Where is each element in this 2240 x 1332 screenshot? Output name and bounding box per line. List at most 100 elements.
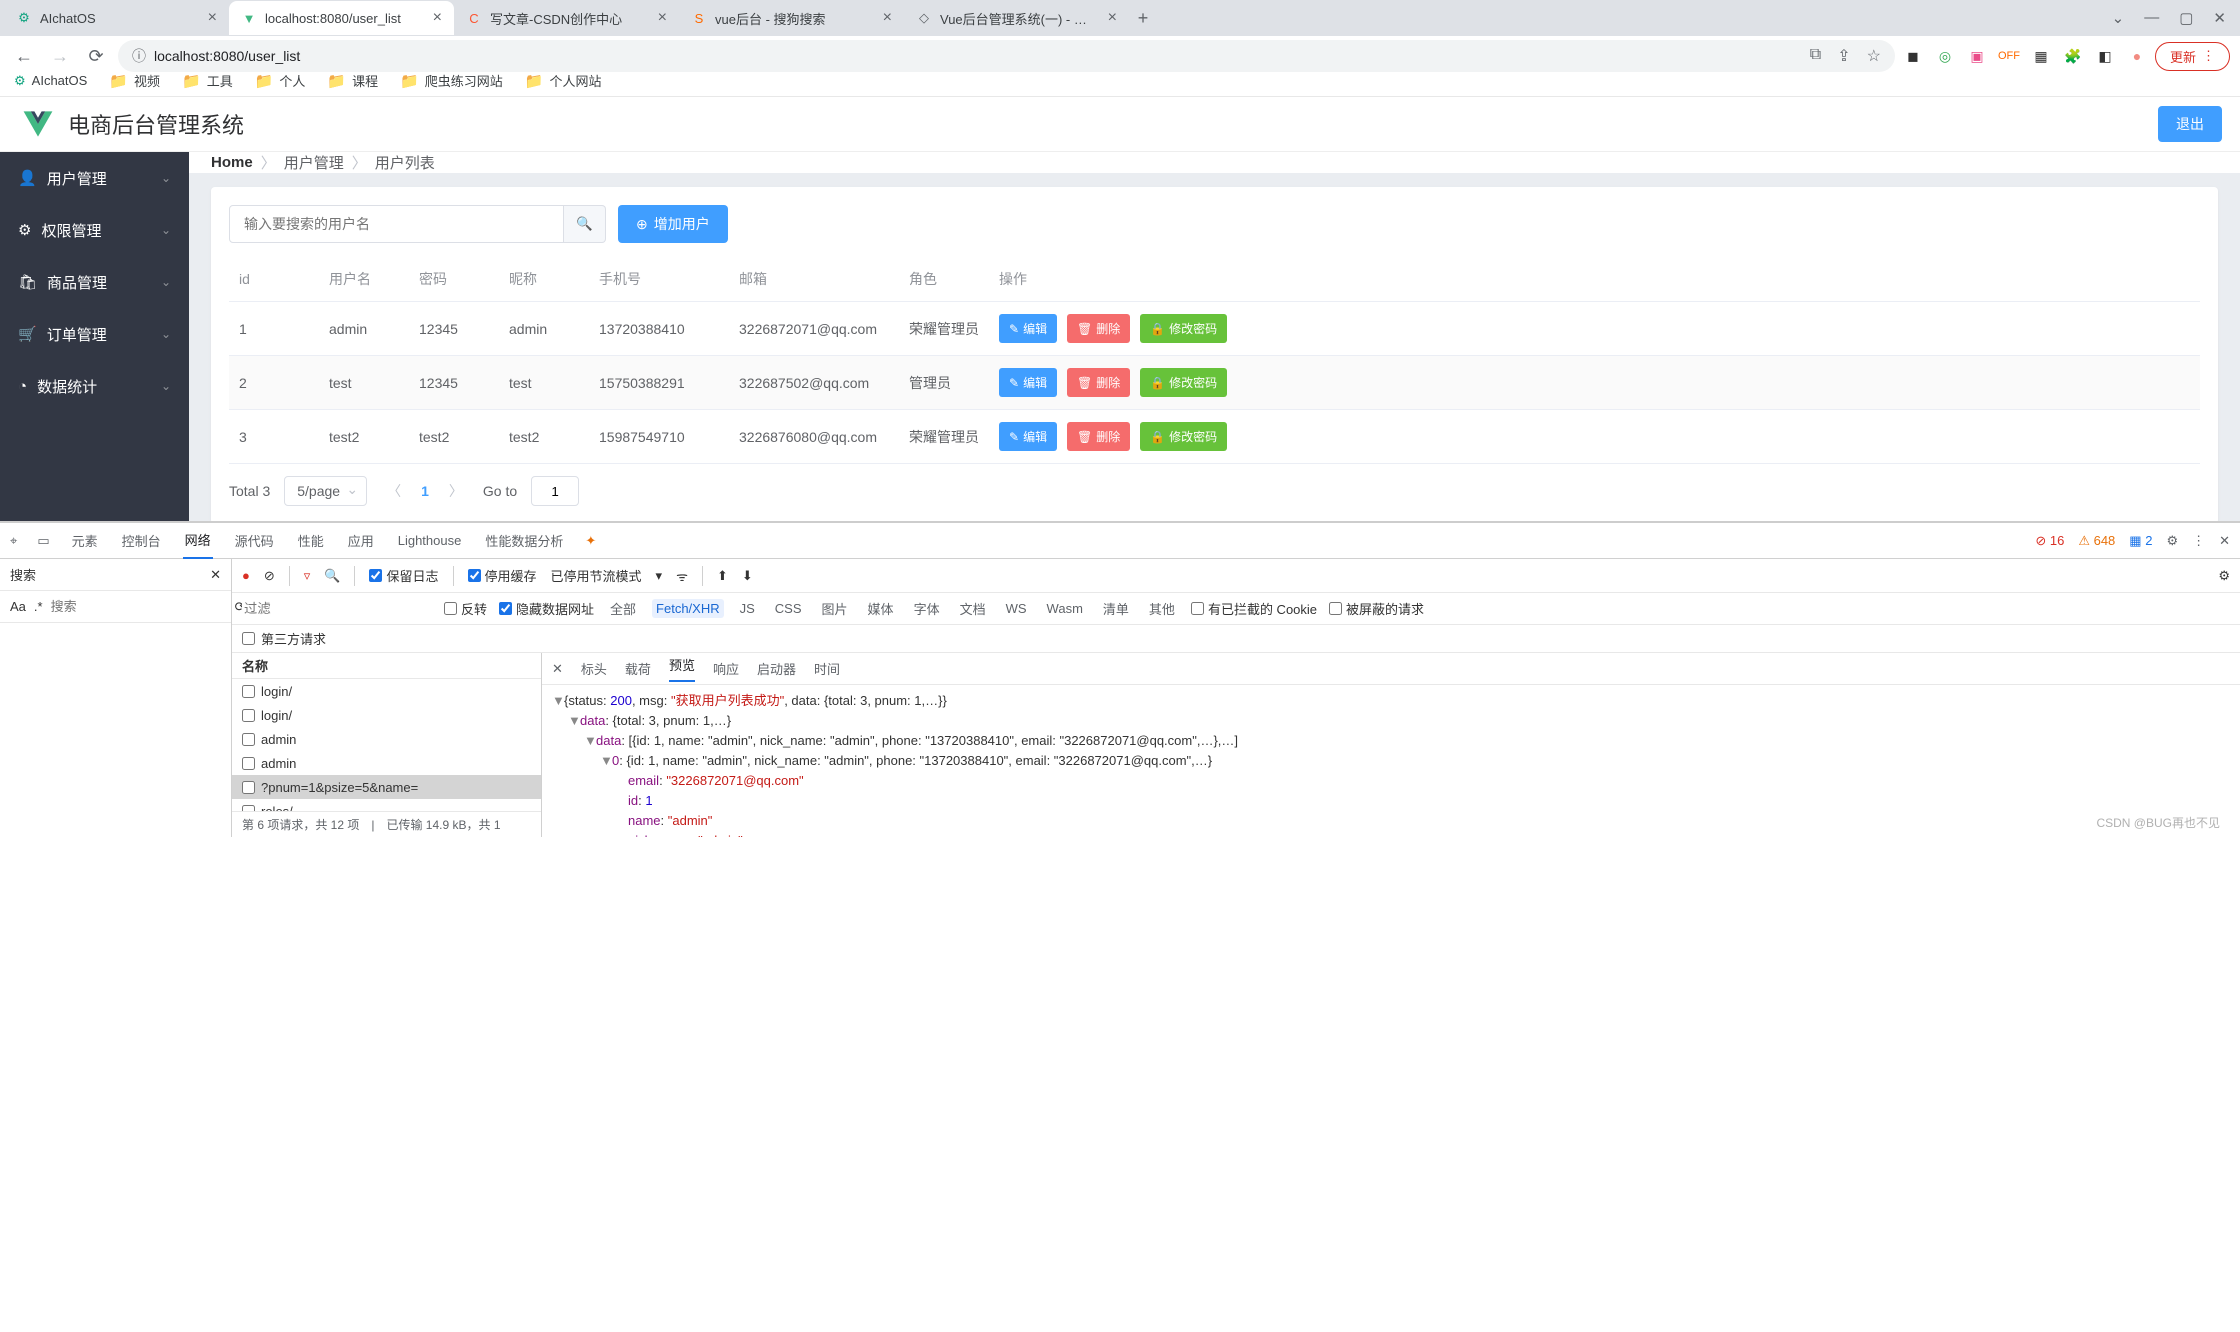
search-button[interactable]: 🔍 xyxy=(564,205,606,243)
invert-checkbox[interactable]: 反转 xyxy=(444,599,487,618)
bookmark-1[interactable]: 📁视频 xyxy=(109,71,160,90)
delete-button[interactable]: 🗑删除 xyxy=(1067,422,1130,451)
sidebar-item-0[interactable]: 👤 用户管理 ⌄ xyxy=(0,152,189,204)
sidebar-item-4[interactable]: ◔ 数据统计 ⌄ xyxy=(0,360,189,412)
sidebar-item-3[interactable]: 🛒 订单管理 ⌄ xyxy=(0,308,189,360)
record-icon[interactable]: ● xyxy=(242,568,250,583)
device-toggle-icon[interactable]: ▭ xyxy=(37,533,49,549)
change-password-button[interactable]: 🔒修改密码 xyxy=(1140,422,1227,451)
install-app-icon[interactable]: ⧉ xyxy=(1810,46,1821,66)
filter-type-6[interactable]: 字体 xyxy=(910,597,944,620)
tab-3[interactable]: S vue后台 - 搜狗搜索 × xyxy=(679,1,904,35)
filter-type-9[interactable]: Wasm xyxy=(1043,599,1087,618)
export-har-icon[interactable]: ⬇ xyxy=(742,568,753,584)
tab-0[interactable]: ⚙ AIchatOS × xyxy=(4,1,229,35)
search-input[interactable] xyxy=(229,205,564,243)
devtools-tab-4[interactable]: 性能 xyxy=(296,523,326,558)
network-conditions-icon[interactable]: ᯤ xyxy=(676,567,688,585)
third-party-checkbox[interactable] xyxy=(242,632,255,645)
json-line[interactable]: ▼data: {total: 3, pnum: 1,…} xyxy=(552,711,2230,731)
import-har-icon[interactable]: ⬆ xyxy=(717,568,728,584)
update-button[interactable]: 更新⋮ xyxy=(2155,42,2230,71)
request-checkbox[interactable] xyxy=(242,685,255,698)
next-page-button[interactable]: 〉 xyxy=(443,481,469,501)
request-checkbox[interactable] xyxy=(242,733,255,746)
json-line[interactable]: ▼data: [{id: 1, name: "admin", nick_name… xyxy=(552,731,2230,751)
devtools-tab-7[interactable]: 性能数据分析 xyxy=(483,523,565,558)
add-user-button[interactable]: ⊕ 增加用户 xyxy=(618,205,728,243)
edit-button[interactable]: ✎编辑 xyxy=(999,422,1057,451)
request-item[interactable]: login/ xyxy=(232,679,541,703)
request-item[interactable]: login/ xyxy=(232,703,541,727)
tab-close-icon[interactable]: × xyxy=(883,9,892,27)
devtools-settings-icon[interactable]: ⚙ xyxy=(2166,533,2178,549)
request-checkbox[interactable] xyxy=(242,781,255,794)
json-line[interactable]: id: 1 xyxy=(552,791,2230,811)
preview-tab-3[interactable]: 响应 xyxy=(713,659,739,678)
request-item[interactable]: admin xyxy=(232,751,541,775)
json-line[interactable]: ▼{status: 200, msg: "获取用户列表成功", data: {t… xyxy=(552,691,2230,711)
change-password-button[interactable]: 🔒修改密码 xyxy=(1140,314,1227,343)
back-button[interactable]: ← xyxy=(10,42,38,70)
json-line[interactable]: nick_name: "admin" xyxy=(552,831,2230,837)
preview-tab-4[interactable]: 启动器 xyxy=(757,659,796,678)
inspect-icon[interactable]: ⌖ xyxy=(10,533,17,549)
new-tab-button[interactable]: + xyxy=(1129,4,1157,32)
filter-input[interactable] xyxy=(242,599,432,618)
breadcrumb-p1[interactable]: 用户管理 xyxy=(284,152,344,173)
tab-4[interactable]: ◇ Vue后台管理系统(一) - 清安宁 - × xyxy=(904,1,1129,35)
ext-icon-1[interactable]: ◼ xyxy=(1903,46,1923,66)
json-line[interactable]: name: "admin" xyxy=(552,811,2230,831)
bookmark-6[interactable]: 📁个人网站 xyxy=(525,71,602,90)
request-checkbox[interactable] xyxy=(242,757,255,770)
ext-icon-2[interactable]: ◎ xyxy=(1935,46,1955,66)
star-icon[interactable]: ☆ xyxy=(1867,46,1881,66)
devtools-tab-1[interactable]: 控制台 xyxy=(120,523,163,558)
sidebar-item-2[interactable]: 🛍 商品管理 ⌄ xyxy=(0,256,189,308)
ext-icon-5[interactable]: ▦ xyxy=(2031,46,2051,66)
warning-badge[interactable]: ⚠ 648 xyxy=(2078,533,2115,549)
change-password-button[interactable]: 🔒修改密码 xyxy=(1140,368,1227,397)
request-item[interactable]: roles/ xyxy=(232,799,541,811)
network-settings-icon[interactable]: ⚙ xyxy=(2218,568,2230,584)
bookmark-2[interactable]: 📁工具 xyxy=(182,71,233,90)
blocked-cookies-checkbox[interactable]: 有已拦截的 Cookie xyxy=(1191,599,1317,618)
search-toggle-icon[interactable]: 🔍 xyxy=(324,568,340,584)
page-size-select[interactable]: 5/page xyxy=(284,476,367,506)
request-checkbox[interactable] xyxy=(242,709,255,722)
devtools-close-icon[interactable]: ✕ xyxy=(2219,533,2230,549)
throttling-select[interactable]: 已停用节流模式 xyxy=(551,566,642,585)
filter-type-2[interactable]: JS xyxy=(736,599,759,618)
tab-close-icon[interactable]: × xyxy=(208,9,217,27)
search-regex-toggle[interactable]: .* xyxy=(34,599,43,614)
devtools-tab-5[interactable]: 应用 xyxy=(346,523,376,558)
clear-icon[interactable]: ⊘ xyxy=(264,568,275,584)
site-info-icon[interactable]: ⓘ xyxy=(132,46,146,66)
tab-overflow-button[interactable]: ⌄ xyxy=(2112,9,2125,27)
bookmark-4[interactable]: 📁课程 xyxy=(327,71,378,90)
tab-close-icon[interactable]: × xyxy=(1108,9,1117,27)
goto-input[interactable] xyxy=(531,476,579,506)
bookmark-3[interactable]: 📁个人 xyxy=(255,71,306,90)
edit-button[interactable]: ✎编辑 xyxy=(999,368,1057,397)
filter-toggle-icon[interactable]: ▿ xyxy=(304,568,311,584)
search-panel-close-icon[interactable]: ✕ xyxy=(210,567,221,583)
json-line[interactable]: email: "3226872071@qq.com" xyxy=(552,771,2230,791)
preview-tab-1[interactable]: 载荷 xyxy=(625,659,651,678)
magic-icon[interactable]: ✦ xyxy=(585,533,596,549)
delete-button[interactable]: 🗑删除 xyxy=(1067,314,1130,343)
preview-body[interactable]: ▼{status: 200, msg: "获取用户列表成功", data: {t… xyxy=(542,685,2240,837)
delete-button[interactable]: 🗑删除 xyxy=(1067,368,1130,397)
devtools-tab-0[interactable]: 元素 xyxy=(70,523,100,558)
disable-cache-checkbox[interactable]: 停用缓存 xyxy=(468,566,537,585)
filter-type-4[interactable]: 图片 xyxy=(818,597,852,620)
page-number-current[interactable]: 1 xyxy=(421,483,429,499)
hide-dataurls-checkbox[interactable]: 隐藏数据网址 xyxy=(499,599,594,618)
devtools-tab-3[interactable]: 源代码 xyxy=(233,523,276,558)
filter-type-10[interactable]: 清单 xyxy=(1099,597,1133,620)
search-case-toggle[interactable]: Aa xyxy=(10,599,26,614)
tab-1[interactable]: ▼ localhost:8080/user_list × xyxy=(229,1,454,35)
preview-tab-2[interactable]: 预览 xyxy=(669,655,695,682)
bookmark-0[interactable]: ⚙AIchatOS xyxy=(14,73,87,89)
devtools-search-input[interactable] xyxy=(51,599,227,614)
